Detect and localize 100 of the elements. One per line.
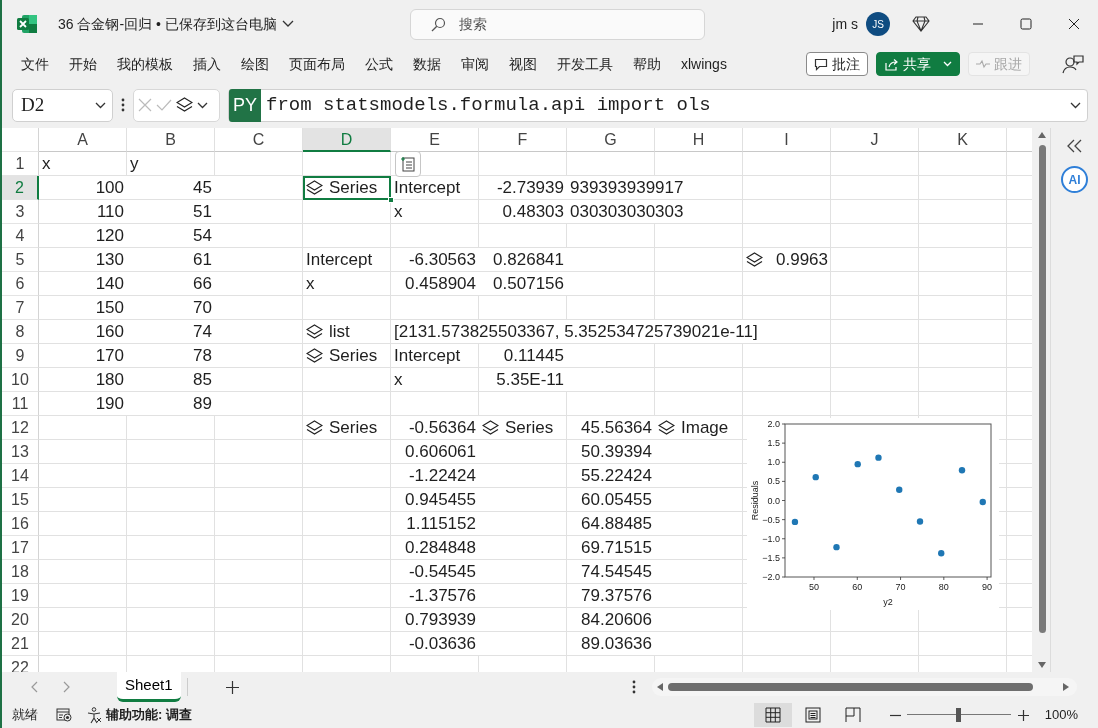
paste-options-button[interactable] xyxy=(395,151,421,177)
add-sheet-button[interactable] xyxy=(225,680,239,694)
data-point xyxy=(812,473,819,481)
cell-value: 0.793939 xyxy=(402,608,479,631)
search-field[interactable]: 搜索 xyxy=(410,8,705,40)
paste-options-icon xyxy=(400,156,416,172)
menu-tab[interactable]: 我的模板 xyxy=(107,49,183,79)
slider-thumb[interactable] xyxy=(956,708,962,722)
collapse-icon[interactable] xyxy=(1066,139,1083,153)
menu-tab[interactable]: 页面布局 xyxy=(279,49,355,79)
zoom-in-button[interactable] xyxy=(1017,709,1029,721)
cell-value: 0.507156 xyxy=(490,272,567,295)
data-point xyxy=(791,518,799,526)
cell-value: 84.20606 xyxy=(578,608,655,631)
column-header[interactable]: I xyxy=(743,128,831,152)
column-header[interactable]: K xyxy=(919,128,1007,152)
expand-icon[interactable] xyxy=(1070,101,1081,109)
menu-tab[interactable]: 公式 xyxy=(355,49,403,79)
ai-button[interactable]: AI xyxy=(1061,166,1089,193)
name-box[interactable]: D2 xyxy=(12,88,113,122)
chevron-down-icon[interactable] xyxy=(281,20,294,28)
accessibility-status[interactable]: 辅助功能: 调查 xyxy=(106,705,192,725)
cell-value: 89.03636 xyxy=(578,632,655,655)
window-title: 36 合金钢-回归 • 已保存到这台电脑 xyxy=(58,14,277,34)
formula-field[interactable]: PY from statsmodels.formula.api import ols xyxy=(228,88,1088,122)
tick-label: 1.5 xyxy=(767,438,780,449)
scrollbar-thumb[interactable] xyxy=(1039,145,1047,633)
zoom-out-button[interactable] xyxy=(889,713,901,717)
share-button[interactable]: 共享 xyxy=(876,52,960,76)
cell-value: 50.39394 xyxy=(578,440,655,463)
cell-value: 0.458904 xyxy=(402,272,479,295)
tick-label: 1.0 xyxy=(767,457,780,468)
scrollbar-thumb[interactable] xyxy=(667,683,1033,691)
menu-tab[interactable]: 数据 xyxy=(403,49,451,79)
data-point xyxy=(875,454,882,461)
menu-tab[interactable]: 视图 xyxy=(499,49,547,79)
plus-icon xyxy=(225,680,239,694)
horizontal-scrollbar[interactable] xyxy=(651,678,1077,696)
column-header[interactable]: J xyxy=(831,128,919,152)
column-header[interactable]: D xyxy=(303,128,391,152)
stack-icon xyxy=(306,347,323,364)
share-icon xyxy=(884,56,899,72)
data-point xyxy=(979,498,986,506)
sheet-tab[interactable]: Sheet1 xyxy=(117,672,181,702)
scroll-right-icon[interactable] xyxy=(1062,683,1069,691)
scroll-up-icon[interactable] xyxy=(1038,132,1047,138)
cell-value: 74.54545 xyxy=(578,560,655,583)
status-text: 就绪 xyxy=(12,706,38,725)
menu-tab[interactable]: 文件 xyxy=(11,49,59,79)
cell-value: 45 xyxy=(190,176,215,199)
fill-handle[interactable] xyxy=(388,197,394,203)
data-point xyxy=(896,486,903,493)
avatar[interactable]: JS xyxy=(866,12,890,36)
data-point xyxy=(916,518,924,525)
menu-tab[interactable]: 绘图 xyxy=(231,49,279,79)
normal-view-button[interactable] xyxy=(753,703,792,727)
menu-tab[interactable]: 审阅 xyxy=(451,49,499,79)
cell-value: 0.945455 xyxy=(402,488,479,511)
close-icon xyxy=(1068,18,1080,30)
tick-label: 60 xyxy=(852,582,863,592)
cell-value: 45.56364 xyxy=(578,416,655,439)
search-icon xyxy=(430,16,446,33)
cell-value: 0.606061 xyxy=(402,440,479,463)
axis-title: y2 xyxy=(883,597,893,607)
menu-tab[interactable]: xlwings xyxy=(671,49,737,79)
cell-value: 69.71515 xyxy=(578,536,655,559)
normal-view-icon xyxy=(764,707,781,723)
menu-tab[interactable]: 帮助 xyxy=(623,49,671,79)
column-header[interactable]: H xyxy=(655,128,743,152)
menu-tab[interactable]: 插入 xyxy=(183,49,231,79)
column-header[interactable]: G xyxy=(567,128,655,152)
caret-icon[interactable] xyxy=(197,101,208,109)
data-point xyxy=(833,543,840,551)
coauthor-icon[interactable] xyxy=(1062,54,1084,74)
column-header[interactable]: F xyxy=(479,128,567,152)
comment-button[interactable]: 批注 xyxy=(806,52,868,76)
tick-label: 0.5 xyxy=(767,476,780,487)
stack-icon xyxy=(306,419,323,436)
stack-icon xyxy=(306,323,323,340)
diamond-icon[interactable] xyxy=(912,16,930,32)
data-point xyxy=(958,467,966,474)
tick-label: −2.0 xyxy=(762,572,780,582)
accessibility-icon[interactable] xyxy=(86,706,103,724)
tick-label: −0.5 xyxy=(762,514,780,525)
data-point xyxy=(854,460,861,468)
more-icon[interactable] xyxy=(631,679,636,695)
stack-icon[interactable] xyxy=(176,97,193,113)
zoom-level[interactable]: 100% xyxy=(1044,705,1078,725)
macro-icon[interactable] xyxy=(56,708,72,722)
stack-icon xyxy=(306,179,323,196)
cell-value: 51 xyxy=(190,200,215,223)
cell-value: 0.284848 xyxy=(402,536,479,559)
menu-tab[interactable]: 开始 xyxy=(59,49,107,79)
more-icon[interactable] xyxy=(121,97,125,113)
menu-tab[interactable]: 开发工具 xyxy=(547,49,623,79)
scroll-down-icon[interactable] xyxy=(1038,662,1047,668)
stack-icon xyxy=(746,251,763,268)
scroll-left-icon[interactable] xyxy=(656,683,663,691)
row-header[interactable]: 2 xyxy=(2,176,39,200)
tick-label: 2.0 xyxy=(767,419,780,429)
